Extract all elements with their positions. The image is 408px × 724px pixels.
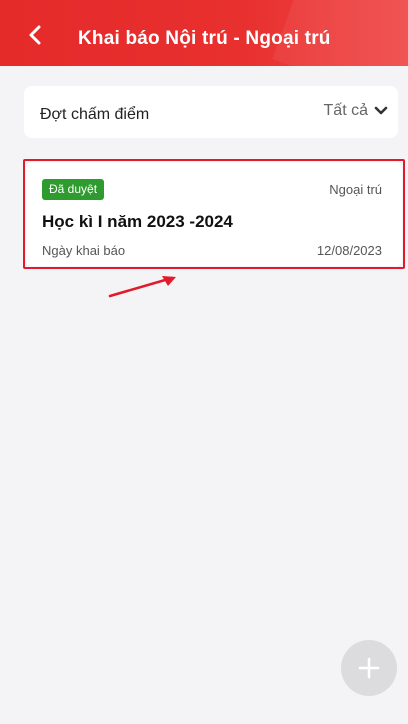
chevron-left-icon [29,25,41,45]
period-filter-value: Tất cả [323,102,368,119]
plus-icon [358,657,380,679]
chevron-down-icon [374,106,388,115]
back-button[interactable] [22,22,48,48]
period-filter: Đợt chấm điểm Tất cả [24,86,398,138]
status-badge: Đã duyệt [42,179,105,200]
page-title: Khai báo Nội trú - Ngoại trú [78,28,331,49]
declared-date-label: Ngày khai báo [42,243,126,258]
record-card[interactable]: Đã duyệt Ngoại trú Học kì I năm 2023 -20… [26,162,402,266]
annotation-arrow-icon [108,276,176,298]
add-button[interactable] [341,640,397,696]
period-filter-select[interactable]: Tất cả [324,102,388,120]
app-header: Khai báo Nội trú - Ngoại trú [0,0,408,66]
period-filter-label: Đợt chấm điểm [40,106,150,123]
declared-date: 12/08/2023 [316,243,382,258]
residence-type: Ngoại trú [329,182,382,197]
semester-title: Học kì I năm 2023 -2024 [42,212,233,231]
